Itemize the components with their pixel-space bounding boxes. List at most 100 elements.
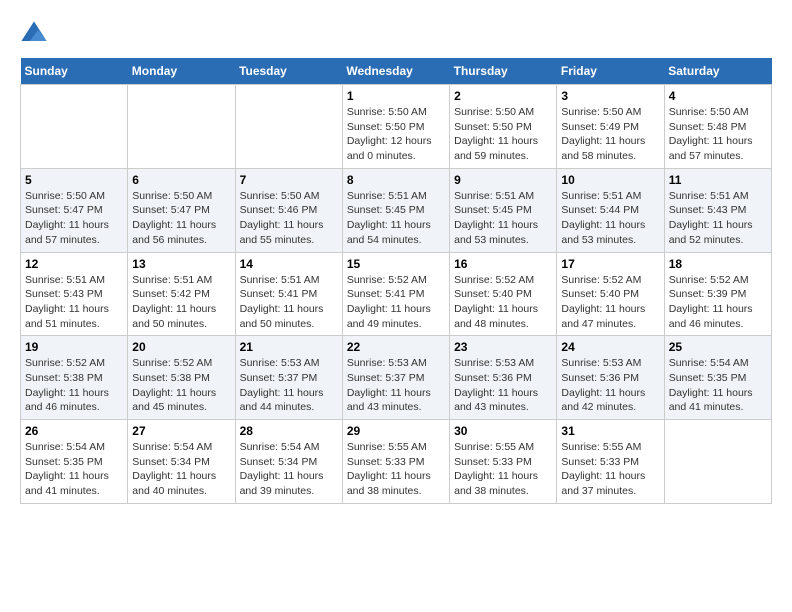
day-info: Sunrise: 5:51 AM Sunset: 5:44 PM Dayligh… [561, 189, 659, 248]
day-info: Sunrise: 5:52 AM Sunset: 5:38 PM Dayligh… [132, 356, 230, 415]
day-number: 27 [132, 424, 230, 438]
logo-icon [20, 20, 48, 48]
calendar-week-row: 19 Sunrise: 5:52 AM Sunset: 5:38 PM Dayli… [21, 336, 772, 420]
calendar-cell: 20 Sunrise: 5:52 AM Sunset: 5:38 PM Dayli… [128, 336, 235, 420]
day-number: 20 [132, 340, 230, 354]
day-info: Sunrise: 5:50 AM Sunset: 5:46 PM Dayligh… [240, 189, 338, 248]
day-number: 6 [132, 173, 230, 187]
day-number: 21 [240, 340, 338, 354]
page-header [20, 20, 772, 48]
calendar-cell: 7 Sunrise: 5:50 AM Sunset: 5:46 PM Daylig… [235, 168, 342, 252]
day-number: 1 [347, 89, 445, 103]
calendar-cell: 19 Sunrise: 5:52 AM Sunset: 5:38 PM Dayli… [21, 336, 128, 420]
day-info: Sunrise: 5:50 AM Sunset: 5:48 PM Dayligh… [669, 105, 767, 164]
calendar-week-row: 5 Sunrise: 5:50 AM Sunset: 5:47 PM Daylig… [21, 168, 772, 252]
calendar-cell: 12Sunrise: 5:51 AM Sunset: 5:43 PM Dayli… [21, 252, 128, 336]
day-number: 11 [669, 173, 767, 187]
day-number: 5 [25, 173, 123, 187]
day-info: Sunrise: 5:54 AM Sunset: 5:34 PM Dayligh… [132, 440, 230, 499]
logo [20, 20, 52, 48]
day-number: 9 [454, 173, 552, 187]
day-number: 8 [347, 173, 445, 187]
calendar-cell [21, 85, 128, 169]
day-number: 19 [25, 340, 123, 354]
day-number: 29 [347, 424, 445, 438]
day-info: Sunrise: 5:54 AM Sunset: 5:35 PM Dayligh… [669, 356, 767, 415]
calendar-cell: 5 Sunrise: 5:50 AM Sunset: 5:47 PM Daylig… [21, 168, 128, 252]
calendar-cell: 2 Sunrise: 5:50 AM Sunset: 5:50 PM Daylig… [450, 85, 557, 169]
day-info: Sunrise: 5:55 AM Sunset: 5:33 PM Dayligh… [347, 440, 445, 499]
day-info: Sunrise: 5:52 AM Sunset: 5:41 PM Dayligh… [347, 273, 445, 332]
day-info: Sunrise: 5:51 AM Sunset: 5:41 PM Dayligh… [240, 273, 338, 332]
day-number: 16 [454, 257, 552, 271]
calendar-cell: 31Sunrise: 5:55 AM Sunset: 5:33 PM Dayli… [557, 420, 664, 504]
calendar-cell: 29 Sunrise: 5:55 AM Sunset: 5:33 PM Dayli… [342, 420, 449, 504]
day-info: Sunrise: 5:50 AM Sunset: 5:47 PM Dayligh… [132, 189, 230, 248]
calendar-cell [128, 85, 235, 169]
calendar-cell: 23 Sunrise: 5:53 AM Sunset: 5:36 PM Dayli… [450, 336, 557, 420]
weekday-header: Wednesday [342, 58, 449, 85]
calendar-cell: 21 Sunrise: 5:53 AM Sunset: 5:37 PM Dayli… [235, 336, 342, 420]
weekday-header: Sunday [21, 58, 128, 85]
day-number: 14 [240, 257, 338, 271]
calendar-cell: 25Sunrise: 5:54 AM Sunset: 5:35 PM Dayli… [664, 336, 771, 420]
calendar-cell [235, 85, 342, 169]
day-info: Sunrise: 5:50 AM Sunset: 5:50 PM Dayligh… [347, 105, 445, 164]
day-number: 7 [240, 173, 338, 187]
calendar-cell: 11 Sunrise: 5:51 AM Sunset: 5:43 PM Dayli… [664, 168, 771, 252]
day-info: Sunrise: 5:50 AM Sunset: 5:47 PM Dayligh… [25, 189, 123, 248]
day-number: 30 [454, 424, 552, 438]
day-number: 10 [561, 173, 659, 187]
day-info: Sunrise: 5:52 AM Sunset: 5:38 PM Dayligh… [25, 356, 123, 415]
calendar-cell: 16 Sunrise: 5:52 AM Sunset: 5:40 PM Dayli… [450, 252, 557, 336]
day-info: Sunrise: 5:55 AM Sunset: 5:33 PM Dayligh… [454, 440, 552, 499]
calendar-cell [664, 420, 771, 504]
day-number: 13 [132, 257, 230, 271]
day-number: 15 [347, 257, 445, 271]
weekday-header: Friday [557, 58, 664, 85]
day-info: Sunrise: 5:51 AM Sunset: 5:43 PM Dayligh… [669, 189, 767, 248]
calendar-cell: 6 Sunrise: 5:50 AM Sunset: 5:47 PM Daylig… [128, 168, 235, 252]
day-info: Sunrise: 5:51 AM Sunset: 5:45 PM Dayligh… [347, 189, 445, 248]
calendar-cell: 17Sunrise: 5:52 AM Sunset: 5:40 PM Dayli… [557, 252, 664, 336]
day-info: Sunrise: 5:54 AM Sunset: 5:35 PM Dayligh… [25, 440, 123, 499]
day-info: Sunrise: 5:52 AM Sunset: 5:39 PM Dayligh… [669, 273, 767, 332]
calendar-cell: 26Sunrise: 5:54 AM Sunset: 5:35 PM Dayli… [21, 420, 128, 504]
calendar-cell: 1 Sunrise: 5:50 AM Sunset: 5:50 PM Daylig… [342, 85, 449, 169]
calendar-cell: 4 Sunrise: 5:50 AM Sunset: 5:48 PM Daylig… [664, 85, 771, 169]
day-info: Sunrise: 5:53 AM Sunset: 5:36 PM Dayligh… [454, 356, 552, 415]
day-info: Sunrise: 5:53 AM Sunset: 5:37 PM Dayligh… [347, 356, 445, 415]
calendar-week-row: 1 Sunrise: 5:50 AM Sunset: 5:50 PM Daylig… [21, 85, 772, 169]
day-number: 22 [347, 340, 445, 354]
day-info: Sunrise: 5:51 AM Sunset: 5:43 PM Dayligh… [25, 273, 123, 332]
calendar-cell: 10 Sunrise: 5:51 AM Sunset: 5:44 PM Dayli… [557, 168, 664, 252]
day-info: Sunrise: 5:52 AM Sunset: 5:40 PM Dayligh… [454, 273, 552, 332]
weekday-header: Monday [128, 58, 235, 85]
day-number: 2 [454, 89, 552, 103]
calendar-cell: 18 Sunrise: 5:52 AM Sunset: 5:39 PM Dayli… [664, 252, 771, 336]
day-info: Sunrise: 5:54 AM Sunset: 5:34 PM Dayligh… [240, 440, 338, 499]
calendar-cell: 22 Sunrise: 5:53 AM Sunset: 5:37 PM Dayli… [342, 336, 449, 420]
calendar-header-row: SundayMondayTuesdayWednesdayThursdayFrid… [21, 58, 772, 85]
calendar-cell: 24Sunrise: 5:53 AM Sunset: 5:36 PM Dayli… [557, 336, 664, 420]
day-number: 31 [561, 424, 659, 438]
day-info: Sunrise: 5:50 AM Sunset: 5:49 PM Dayligh… [561, 105, 659, 164]
day-number: 4 [669, 89, 767, 103]
day-info: Sunrise: 5:50 AM Sunset: 5:50 PM Dayligh… [454, 105, 552, 164]
day-number: 28 [240, 424, 338, 438]
weekday-header: Tuesday [235, 58, 342, 85]
day-number: 23 [454, 340, 552, 354]
calendar-cell: 27 Sunrise: 5:54 AM Sunset: 5:34 PM Dayli… [128, 420, 235, 504]
calendar-cell: 9 Sunrise: 5:51 AM Sunset: 5:45 PM Daylig… [450, 168, 557, 252]
day-info: Sunrise: 5:53 AM Sunset: 5:37 PM Dayligh… [240, 356, 338, 415]
day-info: Sunrise: 5:52 AM Sunset: 5:40 PM Dayligh… [561, 273, 659, 332]
calendar-cell: 28 Sunrise: 5:54 AM Sunset: 5:34 PM Dayli… [235, 420, 342, 504]
calendar-cell: 13 Sunrise: 5:51 AM Sunset: 5:42 PM Dayli… [128, 252, 235, 336]
weekday-header: Saturday [664, 58, 771, 85]
day-info: Sunrise: 5:53 AM Sunset: 5:36 PM Dayligh… [561, 356, 659, 415]
day-number: 18 [669, 257, 767, 271]
calendar-cell: 14 Sunrise: 5:51 AM Sunset: 5:41 PM Dayli… [235, 252, 342, 336]
day-info: Sunrise: 5:51 AM Sunset: 5:45 PM Dayligh… [454, 189, 552, 248]
day-info: Sunrise: 5:51 AM Sunset: 5:42 PM Dayligh… [132, 273, 230, 332]
calendar-cell: 8 Sunrise: 5:51 AM Sunset: 5:45 PM Daylig… [342, 168, 449, 252]
